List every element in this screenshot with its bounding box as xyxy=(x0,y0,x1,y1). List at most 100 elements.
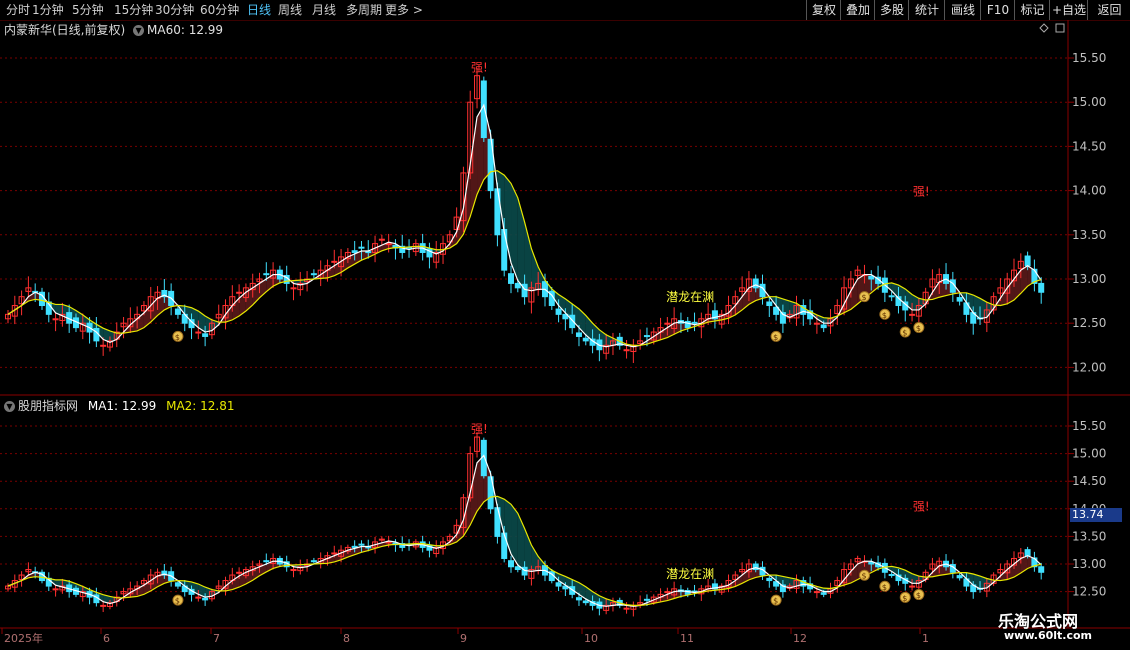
axis-label-top: 14.50 xyxy=(1072,139,1106,153)
money-bag-symbol-top: $ xyxy=(175,333,180,342)
candle-body-top xyxy=(909,313,916,316)
candle-body-bottom xyxy=(909,585,916,588)
axis-label-top: 13.00 xyxy=(1072,272,1106,286)
candle-body-top xyxy=(174,308,181,315)
candle-body-top xyxy=(263,273,270,276)
ma-fill-top xyxy=(531,248,539,291)
candle-body-bottom xyxy=(508,560,515,568)
candle-body-top xyxy=(514,282,521,289)
money-bag-symbol-bottom: $ xyxy=(902,594,907,603)
candle-body-top xyxy=(813,322,820,325)
ma-fill-top xyxy=(130,318,138,333)
candle-body-top xyxy=(290,287,297,290)
candle-body-bottom xyxy=(1024,549,1031,557)
candle-body-bottom xyxy=(202,597,209,601)
strong-label-top: 强! xyxy=(471,61,488,75)
axis-label-bottom: 14.50 xyxy=(1072,474,1106,488)
candle-body-bottom xyxy=(358,543,365,546)
ma-fill-top xyxy=(470,116,478,217)
candle-body-top xyxy=(575,332,582,337)
strong-label-bottom: 强! xyxy=(471,422,488,436)
candle-body-top xyxy=(752,278,759,289)
diamond-icon xyxy=(1039,23,1049,33)
axis-label-bottom: 13.50 xyxy=(1072,529,1106,543)
money-bag-symbol-bottom: $ xyxy=(175,597,180,606)
ma-fill-bottom xyxy=(470,462,478,526)
candle-body-bottom xyxy=(643,598,650,601)
money-bag-symbol-bottom: $ xyxy=(882,583,887,592)
candle-body-bottom xyxy=(195,596,202,599)
date-label: 1 xyxy=(922,632,929,645)
axis-label-top: 12.50 xyxy=(1072,316,1106,330)
kline-chart[interactable]: 15.50 15.00 14.50 14.00 13.50 13.00 12.50 12.00… xyxy=(0,0,1130,650)
axis-label-bottom: 15.00 xyxy=(1072,447,1106,461)
candle-body-bottom xyxy=(1038,566,1045,573)
money-bag-symbol-top: $ xyxy=(916,324,921,333)
strong-label-top: 强! xyxy=(913,184,930,198)
candle-body-bottom xyxy=(52,588,59,591)
candle-body-top xyxy=(956,297,963,302)
axis-label-bottom: 15.50 xyxy=(1072,419,1106,433)
candle-body-bottom xyxy=(236,571,243,574)
candle-body-top xyxy=(378,238,385,241)
candle-body-top xyxy=(202,333,209,337)
date-label: 8 xyxy=(343,632,350,645)
money-bag-symbol-bottom: $ xyxy=(916,591,921,600)
money-bag-symbol-top: $ xyxy=(882,311,887,320)
candle-body-bottom xyxy=(664,591,671,594)
candle-body-top xyxy=(868,275,875,280)
axis-label-top: 14.00 xyxy=(1072,184,1106,198)
candle-body-top xyxy=(508,273,515,284)
axis-label-top: 12.00 xyxy=(1072,360,1106,374)
money-bag-symbol-bottom: $ xyxy=(773,597,778,606)
candle-body-bottom xyxy=(582,600,589,604)
candle-body-top xyxy=(358,246,365,249)
money-bag-symbol-bottom: $ xyxy=(861,572,866,581)
candle-body-top xyxy=(310,273,317,276)
candle-body-bottom xyxy=(575,597,582,601)
candle-body-bottom xyxy=(820,592,827,595)
date-label: 6 xyxy=(103,632,110,645)
axis-label-bottom: 12.50 xyxy=(1072,585,1106,599)
money-bag-symbol-top: $ xyxy=(902,328,907,337)
candle-body-bottom xyxy=(290,569,297,572)
candle-body-bottom xyxy=(310,560,317,563)
candle-body-bottom xyxy=(623,607,630,610)
date-label: 9 xyxy=(460,632,467,645)
candle-body-top xyxy=(100,344,107,347)
candle-body-top xyxy=(365,251,372,254)
candle-body-top xyxy=(691,321,698,324)
candle-body-top xyxy=(195,331,202,334)
candle-body-top xyxy=(820,324,827,329)
date-label: 12 xyxy=(793,632,807,645)
candle-body-top xyxy=(501,228,508,271)
date-label: 7 xyxy=(213,632,220,645)
axis-label-bottom: 13.00 xyxy=(1072,557,1106,571)
candle-body-bottom xyxy=(501,532,508,559)
candle-body-bottom xyxy=(956,575,963,579)
ma-fill-top xyxy=(524,222,532,291)
candle-body-bottom xyxy=(514,566,521,571)
candle-body-top xyxy=(1038,282,1045,293)
date-label: 2025年 xyxy=(4,631,43,645)
money-bag-symbol-top: $ xyxy=(861,293,866,302)
date-label: 11 xyxy=(680,632,694,645)
price-tag: 13.74 xyxy=(1070,508,1122,522)
ma-fill-bottom xyxy=(531,545,539,572)
candle-body-bottom xyxy=(766,577,773,582)
candle-body-bottom xyxy=(378,538,385,541)
candle-body-top xyxy=(555,308,562,315)
signal-label-top: 潜龙在渊 xyxy=(666,290,714,304)
candle-body-top xyxy=(664,322,671,325)
candle-body-top xyxy=(351,250,358,253)
candle-body-top xyxy=(52,318,59,321)
money-bag-symbol-top: $ xyxy=(773,333,778,342)
signal-label-bottom: 潜龙在渊 xyxy=(666,567,714,581)
axis-label-top: 15.50 xyxy=(1072,51,1106,65)
candle-body-bottom xyxy=(263,560,270,563)
candle-body-top xyxy=(582,337,589,342)
candle-body-top xyxy=(766,301,773,307)
restore-icon xyxy=(1055,23,1065,33)
candle-body-bottom xyxy=(813,591,820,594)
candle-body-top xyxy=(1024,255,1031,267)
